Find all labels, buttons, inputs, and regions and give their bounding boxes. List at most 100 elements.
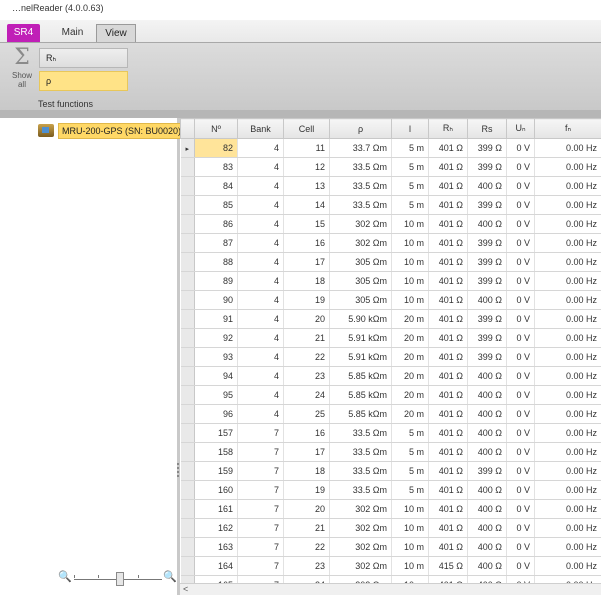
table-cell[interactable]: 400 Ω: [467, 404, 507, 424]
table-cell[interactable]: 5 m: [391, 176, 429, 196]
table-cell[interactable]: 0.00 Hz: [534, 385, 601, 405]
table-row[interactable]: 93 4 22 5.91 kΩm 20 m 401 Ω 399 Ω0 V 0.00 Hz: [180, 347, 601, 367]
table-cell[interactable]: 401 Ω: [428, 366, 468, 386]
table-cell[interactable]: 0.00 Hz: [534, 518, 601, 538]
table-cell[interactable]: 401 Ω: [428, 499, 468, 519]
table-cell[interactable]: 401 Ω: [428, 385, 468, 405]
table-row[interactable]: 95 4 24 5.85 kΩm 20 m 401 Ω 400 Ω0 V 0.00 Hz: [180, 385, 601, 405]
table-cell[interactable]: 400 Ω: [467, 423, 507, 443]
table-cell[interactable]: 14: [283, 195, 330, 215]
table-cell[interactable]: 5 m: [391, 461, 429, 481]
table-cell[interactable]: 20 m: [391, 347, 429, 367]
table-cell[interactable]: 5.85 kΩm: [329, 385, 392, 405]
table-cell[interactable]: 20 m: [391, 404, 429, 424]
table-cell[interactable]: 18: [283, 271, 330, 291]
row-selector[interactable]: [180, 404, 195, 424]
table-cell[interactable]: 4: [237, 404, 284, 424]
table-cell[interactable]: 88: [194, 252, 238, 272]
table-cell[interactable]: 18: [283, 461, 330, 481]
table-cell[interactable]: 400 Ω: [467, 518, 507, 538]
column-header[interactable]: Rₕ: [428, 118, 468, 139]
table-cell[interactable]: 17: [283, 252, 330, 272]
table-cell[interactable]: 401 Ω: [428, 328, 468, 348]
table-cell[interactable]: 401 Ω: [428, 195, 468, 215]
table-cell[interactable]: 4: [237, 385, 284, 405]
table-cell[interactable]: 400 Ω: [467, 537, 507, 557]
table-cell[interactable]: 33.5 Ωm: [329, 480, 392, 500]
table-cell[interactable]: 400 Ω: [467, 176, 507, 196]
column-header[interactable]: Bank: [237, 118, 284, 139]
table-cell[interactable]: 5 m: [391, 423, 429, 443]
table-cell[interactable]: 93: [194, 347, 238, 367]
show-all-button[interactable]: Σ Show all: [8, 47, 36, 97]
table-cell[interactable]: 91: [194, 309, 238, 329]
table-cell[interactable]: 0.00 Hz: [534, 195, 601, 215]
table-cell[interactable]: 399 Ω: [467, 271, 507, 291]
column-header[interactable]: Uₙ: [506, 118, 535, 139]
table-cell[interactable]: 5.90 kΩm: [329, 309, 392, 329]
table-cell[interactable]: 20: [283, 499, 330, 519]
table-cell[interactable]: 162: [194, 518, 238, 538]
table-cell[interactable]: 10 m: [391, 290, 429, 310]
table-cell[interactable]: 20 m: [391, 328, 429, 348]
table-cell[interactable]: 4: [237, 271, 284, 291]
table-cell[interactable]: 401 Ω: [428, 138, 468, 158]
table-cell[interactable]: 0.00 Hz: [534, 537, 601, 557]
table-cell[interactable]: 0 V: [506, 309, 535, 329]
table-cell[interactable]: 90: [194, 290, 238, 310]
table-row[interactable]: 160 7 19 33.5 Ωm 5 m 401 Ω 400 Ω0 V 0.00 Hz: [180, 480, 601, 500]
table-cell[interactable]: 401 Ω: [428, 309, 468, 329]
row-selector[interactable]: [180, 499, 195, 519]
table-cell[interactable]: 33.5 Ωm: [329, 176, 392, 196]
table-cell[interactable]: 400 Ω: [467, 442, 507, 462]
tab-sr4[interactable]: SR4: [7, 24, 40, 42]
table-cell[interactable]: 20 m: [391, 309, 429, 329]
table-row[interactable]: 89 4 18 305 Ωm 10 m 401 Ω 399 Ω0 V 0.00 Hz: [180, 271, 601, 291]
table-cell[interactable]: 20 m: [391, 385, 429, 405]
table-cell[interactable]: 22: [283, 347, 330, 367]
table-cell[interactable]: 17: [283, 442, 330, 462]
table-cell[interactable]: 0 V: [506, 499, 535, 519]
table-cell[interactable]: 7: [237, 480, 284, 500]
table-cell[interactable]: 16: [283, 423, 330, 443]
table-cell[interactable]: 157: [194, 423, 238, 443]
table-cell[interactable]: 0.00 Hz: [534, 499, 601, 519]
row-selector[interactable]: [180, 423, 195, 443]
table-cell[interactable]: 4: [237, 366, 284, 386]
table-cell[interactable]: 0.00 Hz: [534, 404, 601, 424]
scroll-left-icon[interactable]: <: [183, 584, 188, 594]
column-header[interactable]: l: [391, 118, 429, 139]
column-header[interactable]: Nº: [194, 118, 238, 139]
rh-function-button[interactable]: Rₕ: [39, 48, 128, 68]
table-cell[interactable]: 0 V: [506, 366, 535, 386]
table-row[interactable]: 158 7 17 33.5 Ωm 5 m 401 Ω 400 Ω0 V 0.00 Hz: [180, 442, 601, 462]
table-cell[interactable]: 0.00 Hz: [534, 290, 601, 310]
table-row[interactable]: 92 4 21 5.91 kΩm 20 m 401 Ω 399 Ω0 V 0.00 Hz: [180, 328, 601, 348]
table-cell[interactable]: 19: [283, 480, 330, 500]
table-cell[interactable]: 0.00 Hz: [534, 271, 601, 291]
table-cell[interactable]: 401 Ω: [428, 442, 468, 462]
table-cell[interactable]: 0 V: [506, 385, 535, 405]
table-cell[interactable]: 92: [194, 328, 238, 348]
table-cell[interactable]: 0.00 Hz: [534, 252, 601, 272]
table-cell[interactable]: 159: [194, 461, 238, 481]
table-cell[interactable]: 20 m: [391, 366, 429, 386]
table-cell[interactable]: 4: [237, 252, 284, 272]
table-row[interactable]: 157 7 16 33.5 Ωm 5 m 401 Ω 400 Ω0 V 0.00 Hz: [180, 423, 601, 443]
table-cell[interactable]: 0.00 Hz: [534, 366, 601, 386]
table-cell[interactable]: 401 Ω: [428, 537, 468, 557]
table-cell[interactable]: 23: [283, 556, 330, 576]
row-selector[interactable]: [180, 271, 195, 291]
table-cell[interactable]: 22: [283, 537, 330, 557]
table-cell[interactable]: 10 m: [391, 214, 429, 234]
zoom-in-icon[interactable]: 🔍: [163, 570, 177, 583]
table-row[interactable]: 163 7 22 302 Ωm 10 m 401 Ω 400 Ω0 V 0.00 Hz: [180, 537, 601, 557]
table-cell[interactable]: 401 Ω: [428, 423, 468, 443]
table-cell[interactable]: 0 V: [506, 480, 535, 500]
table-cell[interactable]: 5 m: [391, 480, 429, 500]
table-cell[interactable]: 158: [194, 442, 238, 462]
row-selector[interactable]: [180, 480, 195, 500]
table-cell[interactable]: 302 Ωm: [329, 233, 392, 253]
table-cell[interactable]: 86: [194, 214, 238, 234]
table-cell[interactable]: 401 Ω: [428, 214, 468, 234]
